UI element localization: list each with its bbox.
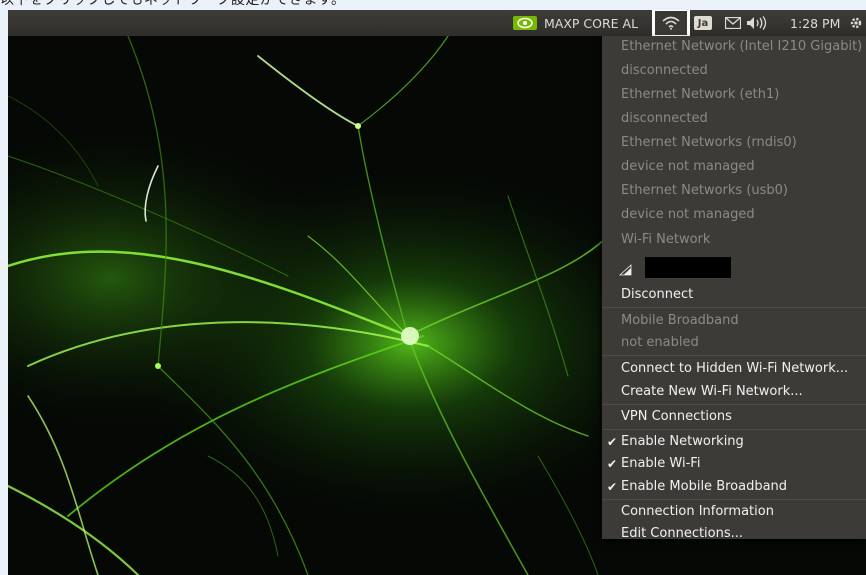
menu-item-mobile-broadband-status: not enabled <box>621 335 699 350</box>
mail-icon[interactable] <box>725 10 741 36</box>
check-icon: ✔ <box>607 480 618 494</box>
menu-item-ethernet-eth1-status: disconnected <box>621 111 708 126</box>
menu-item-ethernet-intel: Ethernet Network (Intel I210 Gigabit) <box>621 39 863 54</box>
menu-item-enable-mobile-broadband[interactable]: ✔ Enable Mobile Broadband <box>607 477 788 497</box>
menu-item-disconnect[interactable]: Disconnect <box>621 285 693 305</box>
menu-item-ethernet-rndis0: Ethernet Networks (rndis0) <box>621 135 797 150</box>
menu-item-edit-connections[interactable]: Edit Connections... <box>621 524 743 544</box>
menu-separator <box>602 355 866 356</box>
network-menu: Ethernet Network (Intel I210 Gigabit) di… <box>602 36 866 541</box>
menu-item-ethernet-usb0: Ethernet Networks (usb0) <box>621 183 788 198</box>
menu-item-enable-networking[interactable]: ✔ Enable Networking <box>607 432 744 452</box>
top-panel: MAXP CORE AL Ja 1:28 PM <box>8 10 866 38</box>
check-icon: ✔ <box>607 457 618 471</box>
menu-item-vpn-connections[interactable]: VPN Connections <box>621 407 732 427</box>
nvidia-icon[interactable] <box>513 10 537 36</box>
menu-separator <box>602 404 866 405</box>
menu-item-wifi-network-header: Wi-Fi Network <box>621 232 711 247</box>
wifi-icon[interactable] <box>652 10 690 38</box>
menu-item-label: Enable Networking <box>621 434 744 449</box>
menu-item-mobile-broadband: Mobile Broadband <box>621 313 739 328</box>
menu-item-ethernet-eth1: Ethernet Network (eth1) <box>621 87 780 102</box>
clock[interactable]: 1:28 PM <box>790 10 840 36</box>
wifi-ssid-redacted[interactable] <box>645 257 731 278</box>
menu-item-label: Enable Wi-Fi <box>621 456 701 471</box>
menu-item-ethernet-rndis0-status: device not managed <box>621 159 755 174</box>
menu-item-ethernet-usb0-status: device not managed <box>621 207 755 222</box>
menu-separator <box>602 499 866 500</box>
desktop: MAXP CORE AL Ja 1:28 PM Ethernet Network… <box>8 10 866 575</box>
menu-item-ethernet-intel-status: disconnected <box>621 63 708 78</box>
caption-text: 以下をクリックしてもネットワーク設定ができます。 <box>0 0 346 8</box>
menu-separator <box>602 429 866 430</box>
caption-bar: 以下をクリックしてもネットワーク設定ができます。 <box>0 0 866 10</box>
input-method-indicator[interactable]: Ja <box>694 16 712 30</box>
network-name-label[interactable]: MAXP CORE AL <box>544 10 638 36</box>
menu-separator <box>602 307 866 308</box>
menu-item-create-wifi[interactable]: Create New Wi-Fi Network... <box>621 382 803 402</box>
menu-item-enable-wifi[interactable]: ✔ Enable Wi-Fi <box>607 454 701 474</box>
gear-icon[interactable] <box>849 10 863 36</box>
volume-icon[interactable] <box>746 10 772 36</box>
check-icon: ✔ <box>607 435 618 449</box>
menu-item-connect-hidden-wifi[interactable]: Connect to Hidden Wi-Fi Network... <box>621 359 848 379</box>
menu-item-label: Enable Mobile Broadband <box>621 479 788 494</box>
menu-item-connection-information[interactable]: Connection Information <box>621 502 774 522</box>
wifi-signal-icon <box>618 261 632 280</box>
